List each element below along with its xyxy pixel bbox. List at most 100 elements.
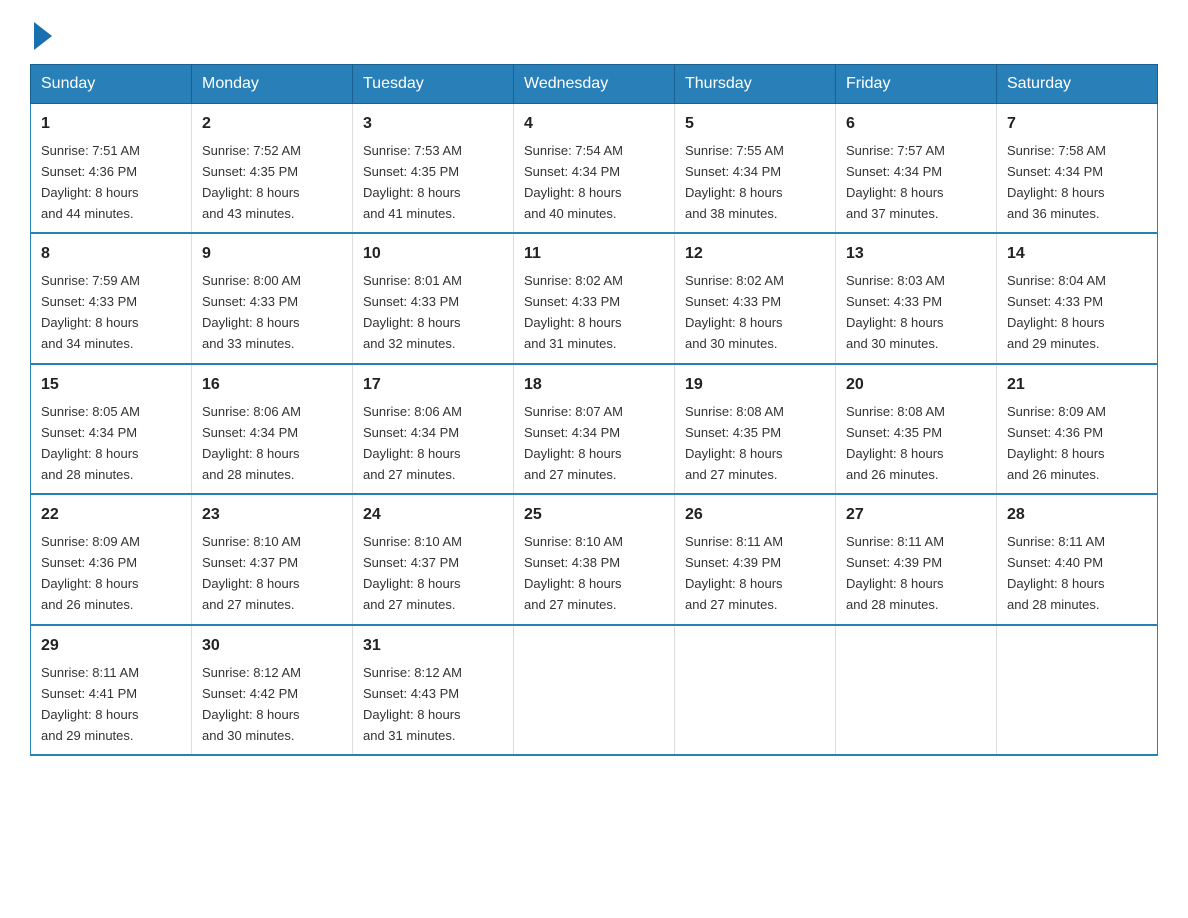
day-number: 22 [41,503,181,528]
day-info: Sunrise: 8:08 AMSunset: 4:35 PMDaylight:… [846,404,945,482]
day-number: 18 [524,373,664,398]
day-number: 1 [41,112,181,137]
day-number: 19 [685,373,825,398]
calendar-cell: 11Sunrise: 8:02 AMSunset: 4:33 PMDayligh… [514,233,675,363]
day-info: Sunrise: 8:04 AMSunset: 4:33 PMDaylight:… [1007,273,1106,351]
day-number: 4 [524,112,664,137]
calendar-cell: 13 Sunrise: 8:03 AMSunset: 4:33 PMDayligh… [836,233,997,363]
day-number: 21 [1007,373,1147,398]
day-info: Sunrise: 8:11 AMSunset: 4:39 PMDaylight:… [846,534,944,612]
day-info: Sunrise: 7:53 AMSunset: 4:35 PMDaylight:… [363,143,462,221]
calendar-cell: 8 Sunrise: 7:59 AMSunset: 4:33 PMDaylight… [31,233,192,363]
calendar-cell: 24 Sunrise: 8:10 AMSunset: 4:37 PMDayligh… [353,494,514,624]
day-info: Sunrise: 7:57 AMSunset: 4:34 PMDaylight:… [846,143,945,221]
calendar-cell: 5Sunrise: 7:55 AMSunset: 4:34 PMDaylight… [675,104,836,234]
calendar-cell: 15 Sunrise: 8:05 AMSunset: 4:34 PMDayligh… [31,364,192,494]
day-number: 15 [41,373,181,398]
page-header [30,20,1158,46]
day-info: Sunrise: 7:52 AMSunset: 4:35 PMDaylight:… [202,143,301,221]
calendar-cell: 7Sunrise: 7:58 AMSunset: 4:34 PMDaylight… [997,104,1158,234]
calendar-cell [836,625,997,755]
header-wednesday: Wednesday [514,65,675,104]
day-info: Sunrise: 8:06 AMSunset: 4:34 PMDaylight:… [363,404,462,482]
day-number: 12 [685,242,825,267]
calendar-cell: 20Sunrise: 8:08 AMSunset: 4:35 PMDayligh… [836,364,997,494]
week-row-2: 8 Sunrise: 7:59 AMSunset: 4:33 PMDaylight… [31,233,1158,363]
day-info: Sunrise: 8:12 AMSunset: 4:43 PMDaylight:… [363,665,462,743]
day-number: 14 [1007,242,1147,267]
calendar-cell: 4 Sunrise: 7:54 AMSunset: 4:34 PMDaylight… [514,104,675,234]
day-number: 25 [524,503,664,528]
day-info: Sunrise: 8:10 AMSunset: 4:38 PMDaylight:… [524,534,623,612]
calendar-cell: 27 Sunrise: 8:11 AMSunset: 4:39 PMDayligh… [836,494,997,624]
day-info: Sunrise: 8:01 AMSunset: 4:33 PMDaylight:… [363,273,462,351]
day-info: Sunrise: 8:02 AMSunset: 4:33 PMDaylight:… [685,273,784,351]
logo-arrow-icon [34,22,52,50]
week-row-1: 1 Sunrise: 7:51 AMSunset: 4:36 PMDaylight… [31,104,1158,234]
calendar-cell: 22Sunrise: 8:09 AMSunset: 4:36 PMDayligh… [31,494,192,624]
calendar-cell: 17 Sunrise: 8:06 AMSunset: 4:34 PMDayligh… [353,364,514,494]
header-saturday: Saturday [997,65,1158,104]
day-info: Sunrise: 8:00 AMSunset: 4:33 PMDaylight:… [202,273,301,351]
calendar-cell: 10 Sunrise: 8:01 AMSunset: 4:33 PMDayligh… [353,233,514,363]
logo [30,20,52,46]
day-info: Sunrise: 8:03 AMSunset: 4:33 PMDaylight:… [846,273,945,351]
day-number: 6 [846,112,986,137]
day-number: 30 [202,634,342,659]
day-number: 2 [202,112,342,137]
calendar-cell: 6 Sunrise: 7:57 AMSunset: 4:34 PMDaylight… [836,104,997,234]
day-info: Sunrise: 8:05 AMSunset: 4:34 PMDaylight:… [41,404,140,482]
calendar-table: SundayMondayTuesdayWednesdayThursdayFrid… [30,64,1158,756]
day-number: 11 [524,242,664,267]
week-row-5: 29Sunrise: 8:11 AMSunset: 4:41 PMDayligh… [31,625,1158,755]
day-info: Sunrise: 7:54 AMSunset: 4:34 PMDaylight:… [524,143,623,221]
header-friday: Friday [836,65,997,104]
header-tuesday: Tuesday [353,65,514,104]
header-thursday: Thursday [675,65,836,104]
calendar-cell [675,625,836,755]
week-row-3: 15 Sunrise: 8:05 AMSunset: 4:34 PMDayligh… [31,364,1158,494]
day-info: Sunrise: 7:55 AMSunset: 4:34 PMDaylight:… [685,143,784,221]
day-number: 24 [363,503,503,528]
header-monday: Monday [192,65,353,104]
calendar-cell: 23 Sunrise: 8:10 AMSunset: 4:37 PMDayligh… [192,494,353,624]
calendar-cell: 19 Sunrise: 8:08 AMSunset: 4:35 PMDayligh… [675,364,836,494]
calendar-cell [997,625,1158,755]
calendar-cell [514,625,675,755]
calendar-cell: 18 Sunrise: 8:07 AMSunset: 4:34 PMDayligh… [514,364,675,494]
day-info: Sunrise: 7:59 AMSunset: 4:33 PMDaylight:… [41,273,140,351]
day-number: 9 [202,242,342,267]
day-number: 28 [1007,503,1147,528]
calendar-cell: 16 Sunrise: 8:06 AMSunset: 4:34 PMDayligh… [192,364,353,494]
day-info: Sunrise: 8:06 AMSunset: 4:34 PMDaylight:… [202,404,301,482]
day-number: 16 [202,373,342,398]
day-info: Sunrise: 8:10 AMSunset: 4:37 PMDaylight:… [202,534,301,612]
day-info: Sunrise: 8:07 AMSunset: 4:34 PMDaylight:… [524,404,623,482]
calendar-cell: 30Sunrise: 8:12 AMSunset: 4:42 PMDayligh… [192,625,353,755]
calendar-cell: 21 Sunrise: 8:09 AMSunset: 4:36 PMDayligh… [997,364,1158,494]
calendar-cell: 9 Sunrise: 8:00 AMSunset: 4:33 PMDaylight… [192,233,353,363]
calendar-cell: 28Sunrise: 8:11 AMSunset: 4:40 PMDayligh… [997,494,1158,624]
day-number: 8 [41,242,181,267]
day-info: Sunrise: 8:10 AMSunset: 4:37 PMDaylight:… [363,534,462,612]
day-number: 27 [846,503,986,528]
day-number: 13 [846,242,986,267]
calendar-cell: 1 Sunrise: 7:51 AMSunset: 4:36 PMDaylight… [31,104,192,234]
calendar-cell: 3Sunrise: 7:53 AMSunset: 4:35 PMDaylight… [353,104,514,234]
day-info: Sunrise: 8:08 AMSunset: 4:35 PMDaylight:… [685,404,784,482]
week-row-4: 22Sunrise: 8:09 AMSunset: 4:36 PMDayligh… [31,494,1158,624]
calendar-cell: 26Sunrise: 8:11 AMSunset: 4:39 PMDayligh… [675,494,836,624]
day-info: Sunrise: 7:58 AMSunset: 4:34 PMDaylight:… [1007,143,1106,221]
day-info: Sunrise: 8:09 AMSunset: 4:36 PMDaylight:… [1007,404,1106,482]
day-info: Sunrise: 7:51 AMSunset: 4:36 PMDaylight:… [41,143,140,221]
day-number: 29 [41,634,181,659]
calendar-cell: 31 Sunrise: 8:12 AMSunset: 4:43 PMDayligh… [353,625,514,755]
day-number: 10 [363,242,503,267]
header-sunday: Sunday [31,65,192,104]
calendar-cell: 12 Sunrise: 8:02 AMSunset: 4:33 PMDayligh… [675,233,836,363]
day-info: Sunrise: 8:11 AMSunset: 4:39 PMDaylight:… [685,534,783,612]
calendar-header-row: SundayMondayTuesdayWednesdayThursdayFrid… [31,65,1158,104]
day-number: 17 [363,373,503,398]
day-number: 23 [202,503,342,528]
day-number: 31 [363,634,503,659]
